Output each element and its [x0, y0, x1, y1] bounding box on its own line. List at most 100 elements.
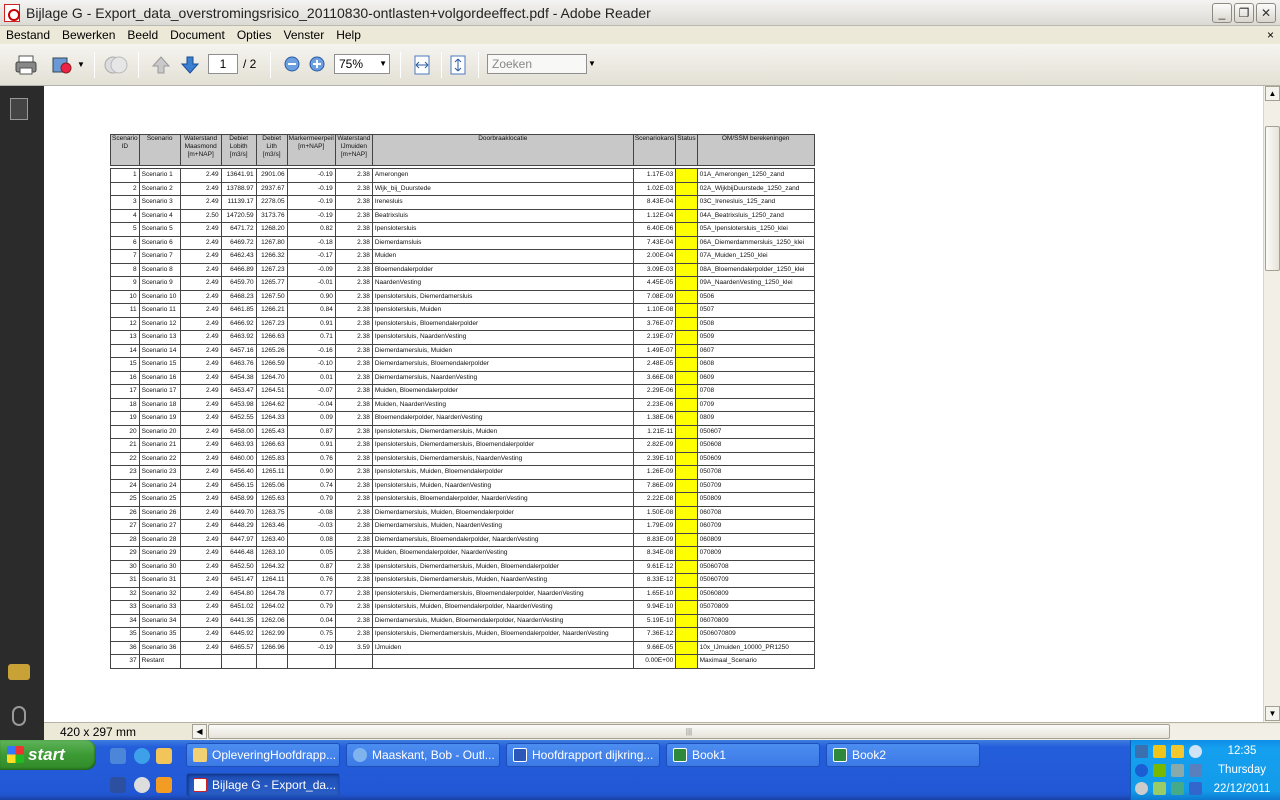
task-opleveringhoofdrapp[interactable]: OpleveringHoofdrapp... — [186, 743, 340, 767]
cell-status — [675, 654, 698, 669]
cell-debiet-lobith: 6456.40 — [220, 465, 257, 480]
cell-om-ssm: 0507 — [696, 303, 815, 318]
cell-debiet-lobith: 6446.48 — [220, 546, 257, 561]
cell-scenario-id: 19 — [110, 411, 140, 426]
cell-waterstand-ijmuiden: 2.38 — [334, 627, 373, 642]
cell-om-ssm: 0508 — [696, 316, 815, 331]
cell-debiet-lith: 1266.63 — [255, 330, 288, 345]
tray-app-icon[interactable] — [1135, 782, 1148, 795]
fit-width-icon[interactable] — [411, 53, 433, 77]
horizontal-scrollbar[interactable]: ◀ ||| ▶ — [192, 724, 1280, 740]
menu-opties[interactable]: Opties — [231, 28, 278, 42]
zoom-out-icon[interactable] — [283, 55, 301, 73]
restore-button[interactable]: ❐ — [1234, 2, 1254, 23]
cell-status — [675, 546, 698, 561]
share-icon[interactable] — [50, 53, 74, 77]
chevron-down-icon[interactable]: ▼ — [76, 58, 86, 70]
cell-debiet-lith: 1264.51 — [255, 384, 288, 399]
table-row: 12 Scenario 12 2.49 6466.92 1267.23 0.91 2.38 I… — [110, 316, 815, 331]
scroll-down-icon[interactable]: ▼ — [1265, 706, 1280, 721]
vertical-scrollbar[interactable]: ▲ ▼ — [1263, 86, 1280, 722]
quicklaunch-outlook-icon[interactable] — [156, 777, 172, 793]
scroll-left-icon[interactable]: ◀ — [192, 724, 207, 739]
search-input[interactable]: Zoeken — [487, 54, 587, 74]
cell-scenariokans: 2.39E-10 — [632, 451, 677, 466]
task-adobe-reader[interactable]: Bijlage G - Export_da... — [186, 773, 340, 797]
scroll-up-icon[interactable]: ▲ — [1265, 86, 1280, 101]
cell-scenario-id: 33 — [110, 600, 140, 615]
attachments-icon[interactable] — [12, 706, 26, 726]
cell-status — [675, 330, 698, 345]
vertical-scroll-thumb[interactable] — [1265, 126, 1280, 271]
chevron-down-icon[interactable]: ▼ — [588, 59, 596, 68]
start-button[interactable]: start — [0, 740, 96, 770]
cell-markermeerpeil: 0.08 — [286, 532, 336, 547]
security-shield-icon[interactable] — [1153, 745, 1166, 758]
quicklaunch-explorer-icon[interactable] — [156, 748, 172, 764]
cell-scenario: Scenario 20 — [138, 424, 181, 439]
network-disconnected-icon[interactable] — [1189, 764, 1202, 777]
task-book1[interactable]: Book1 — [666, 743, 820, 767]
search-icon[interactable] — [1189, 745, 1202, 758]
cell-om-ssm: 06070809 — [696, 613, 815, 628]
cell-doorbraaklocatie: Diemerdamersluis, Muiden, Bloemendalerpo… — [371, 613, 634, 628]
network-icon[interactable] — [1135, 745, 1148, 758]
tray-app-icon[interactable] — [1171, 782, 1184, 795]
cell-scenariokans: 3.09E-03 — [632, 262, 677, 277]
print-icon[interactable] — [14, 53, 38, 77]
bluetooth-icon[interactable] — [1135, 764, 1148, 777]
page-number-input[interactable]: 1 — [208, 54, 238, 74]
cell-scenario-id: 29 — [110, 546, 140, 561]
cell-om-ssm: 03C_Irenesluis_125_zand — [696, 195, 815, 210]
cell-scenariokans: 2.00E-04 — [632, 249, 677, 264]
zoom-select[interactable]: 75% ▼ — [334, 54, 390, 74]
cell-scenariokans: 1.50E-08 — [632, 505, 677, 520]
tray-app-icon[interactable] — [1189, 782, 1202, 795]
cell-waterstand-maasmond: 2.49 — [179, 573, 222, 588]
cell-om-ssm: Maximaal_Scenario — [696, 654, 815, 669]
fit-page-icon[interactable] — [447, 53, 469, 77]
document-close-icon[interactable]: × — [1267, 28, 1280, 42]
menu-beeld[interactable]: Beeld — [121, 28, 164, 42]
shield-icon[interactable] — [1171, 745, 1184, 758]
cell-debiet-lobith: 6451.02 — [220, 600, 257, 615]
comments-icon[interactable] — [8, 664, 30, 680]
previous-page-icon[interactable] — [150, 53, 172, 77]
folder-icon — [193, 748, 207, 762]
menu-help[interactable]: Help — [330, 28, 367, 42]
cell-scenariokans: 1.38E-06 — [632, 411, 677, 426]
cell-scenariokans: 9.66E-05 — [632, 640, 677, 655]
document-view[interactable]: Scenario ID Scenario Waterstand Maasmond… — [44, 86, 1263, 722]
close-button[interactable]: ✕ — [1256, 2, 1276, 23]
quicklaunch-app-icon[interactable] — [110, 777, 126, 793]
cell-status — [675, 627, 698, 642]
cell-scenariokans: 3.76E-07 — [632, 316, 677, 331]
tray-app-icon[interactable] — [1153, 782, 1166, 795]
pages-icon[interactable] — [10, 98, 28, 120]
menu-venster[interactable]: Venster — [278, 28, 331, 42]
cell-waterstand-ijmuiden: 2.38 — [334, 289, 373, 304]
horizontal-scroll-thumb[interactable]: ||| — [208, 724, 1170, 739]
cell-waterstand-maasmond: 2.49 — [179, 600, 222, 615]
zoom-in-icon[interactable] — [308, 55, 326, 73]
task-outlook[interactable]: Maaskant, Bob - Outl... — [346, 743, 500, 767]
table-row: 36 Scenario 36 2.49 6465.57 1266.96 -0.19 3.59… — [110, 640, 815, 655]
next-page-icon[interactable] — [179, 53, 201, 77]
menu-bewerken[interactable]: Bewerken — [56, 28, 121, 42]
nvidia-icon[interactable] — [1153, 764, 1166, 777]
cell-doorbraaklocatie: Ipenslotersluis — [371, 222, 634, 237]
cell-om-ssm: 05A_Ipenslotersluis_1250_klei — [696, 222, 815, 237]
quicklaunch-media-icon[interactable] — [134, 777, 150, 793]
quicklaunch-ie-icon[interactable] — [134, 748, 150, 764]
cell-waterstand-ijmuiden: 2.38 — [334, 181, 373, 196]
cell-om-ssm: 0809 — [696, 411, 815, 426]
quicklaunch-desktop-icon[interactable] — [110, 748, 126, 764]
wireless-disabled-icon[interactable] — [1171, 764, 1184, 777]
minimize-button[interactable]: _ — [1212, 2, 1232, 23]
task-book2[interactable]: Book2 — [826, 743, 980, 767]
menu-bestand[interactable]: Bestand — [0, 28, 56, 42]
task-word[interactable]: Hoofdrapport dijkring... — [506, 743, 660, 767]
menu-document[interactable]: Document — [164, 28, 231, 42]
table-row: 10 Scenario 10 2.49 6468.23 1267.50 0.90 2.38 I… — [110, 289, 815, 304]
cell-waterstand-maasmond: 2.49 — [179, 222, 222, 237]
